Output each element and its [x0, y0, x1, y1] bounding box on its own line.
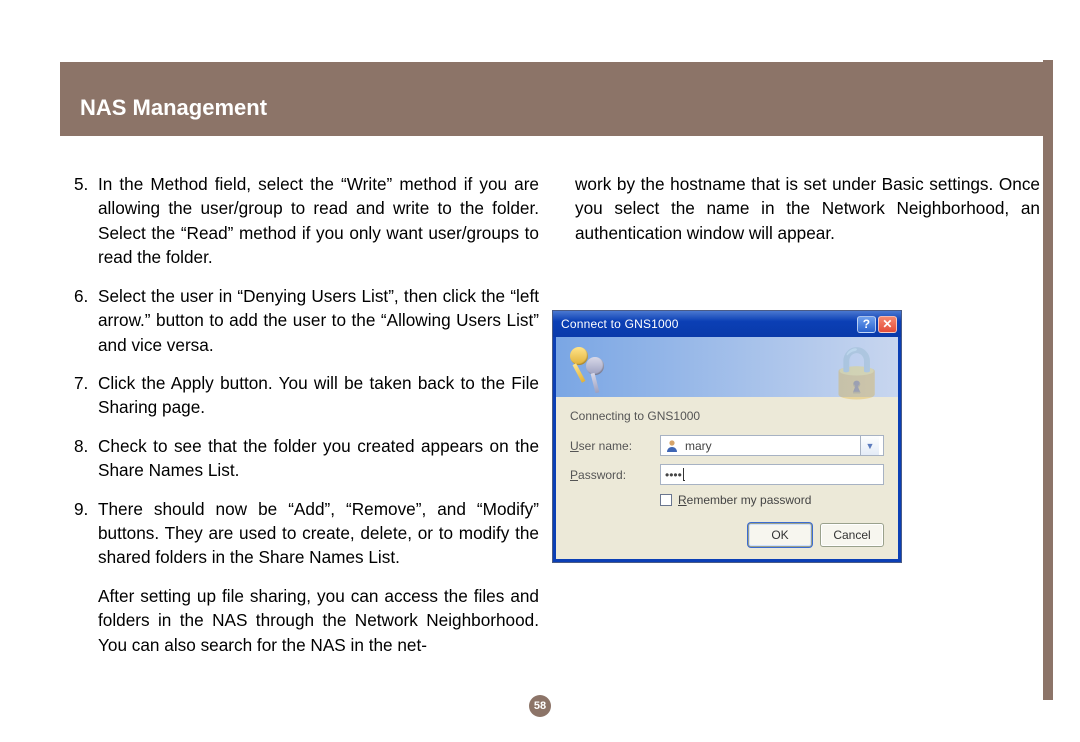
- close-button[interactable]: ✕: [878, 316, 897, 333]
- list-number: 9.: [74, 497, 98, 570]
- list-text: Click the Apply button. You will be take…: [98, 371, 539, 420]
- user-icon: [665, 439, 679, 453]
- document-page: NAS Management 5. In the Method field, s…: [0, 0, 1080, 742]
- list-number: 5.: [74, 172, 98, 270]
- list-number: 6.: [74, 284, 98, 357]
- text-caret: [683, 468, 685, 481]
- list-text: In the Method field, select the “Write” …: [98, 172, 539, 270]
- page-number-badge: 58: [529, 695, 551, 717]
- list-item: 6. Select the user in “Denying Users Lis…: [74, 284, 539, 357]
- list-item: 8. Check to see that the folder you crea…: [74, 434, 539, 483]
- dialog-body: Connecting to GNS1000 User name: mary ▼: [553, 397, 901, 562]
- remember-checkbox[interactable]: [660, 494, 672, 506]
- paragraph: work by the hostname that is set under B…: [575, 172, 1040, 245]
- list-text: Check to see that the folder you created…: [98, 434, 539, 483]
- button-row: OK Cancel: [570, 523, 884, 547]
- padlock-icon: 🔒: [826, 343, 888, 402]
- keys-icon: [568, 347, 612, 387]
- list-item: 7. Click the Apply button. You will be t…: [74, 371, 539, 420]
- password-field[interactable]: ••••: [660, 464, 884, 485]
- help-button[interactable]: ?: [857, 316, 876, 333]
- dialog-banner: 🔒: [553, 337, 901, 397]
- left-column: 5. In the Method field, select the “Writ…: [74, 172, 539, 671]
- remember-row: Remember my password: [570, 493, 884, 507]
- username-label: User name:: [570, 439, 660, 453]
- list-text: Select the user in “Denying Users List”,…: [98, 284, 539, 357]
- ok-button[interactable]: OK: [748, 523, 812, 547]
- username-field[interactable]: mary ▼: [660, 435, 884, 456]
- list-text: There should now be “Add”, “Remove”, and…: [98, 497, 539, 570]
- list-item: 9. There should now be “Add”, “Remove”, …: [74, 497, 539, 570]
- paragraph: After setting up file sharing, you can a…: [74, 584, 539, 657]
- username-value: mary: [685, 439, 712, 453]
- list-item: 5. In the Method field, select the “Writ…: [74, 172, 539, 270]
- password-value: ••••: [665, 468, 682, 482]
- dialog-titlebar[interactable]: Connect to GNS1000 ? ✕: [553, 311, 901, 337]
- auth-dialog: Connect to GNS1000 ? ✕ 🔒 Connecting to G…: [552, 310, 902, 563]
- cancel-button[interactable]: Cancel: [820, 523, 884, 547]
- list-number: 7.: [74, 371, 98, 420]
- remember-label: Remember my password: [678, 493, 811, 507]
- page-title: NAS Management: [80, 95, 267, 121]
- username-row: User name: mary ▼: [570, 435, 884, 456]
- password-row: Password: ••••: [570, 464, 884, 485]
- chevron-down-icon[interactable]: ▼: [860, 436, 879, 455]
- decorative-strip: [1043, 60, 1053, 700]
- list-number: 8.: [74, 434, 98, 483]
- close-icon: ✕: [882, 317, 892, 331]
- connecting-text: Connecting to GNS1000: [570, 409, 884, 423]
- right-column: work by the hostname that is set under B…: [575, 172, 1040, 259]
- dialog-title: Connect to GNS1000: [561, 317, 855, 331]
- password-label: Password:: [570, 468, 660, 482]
